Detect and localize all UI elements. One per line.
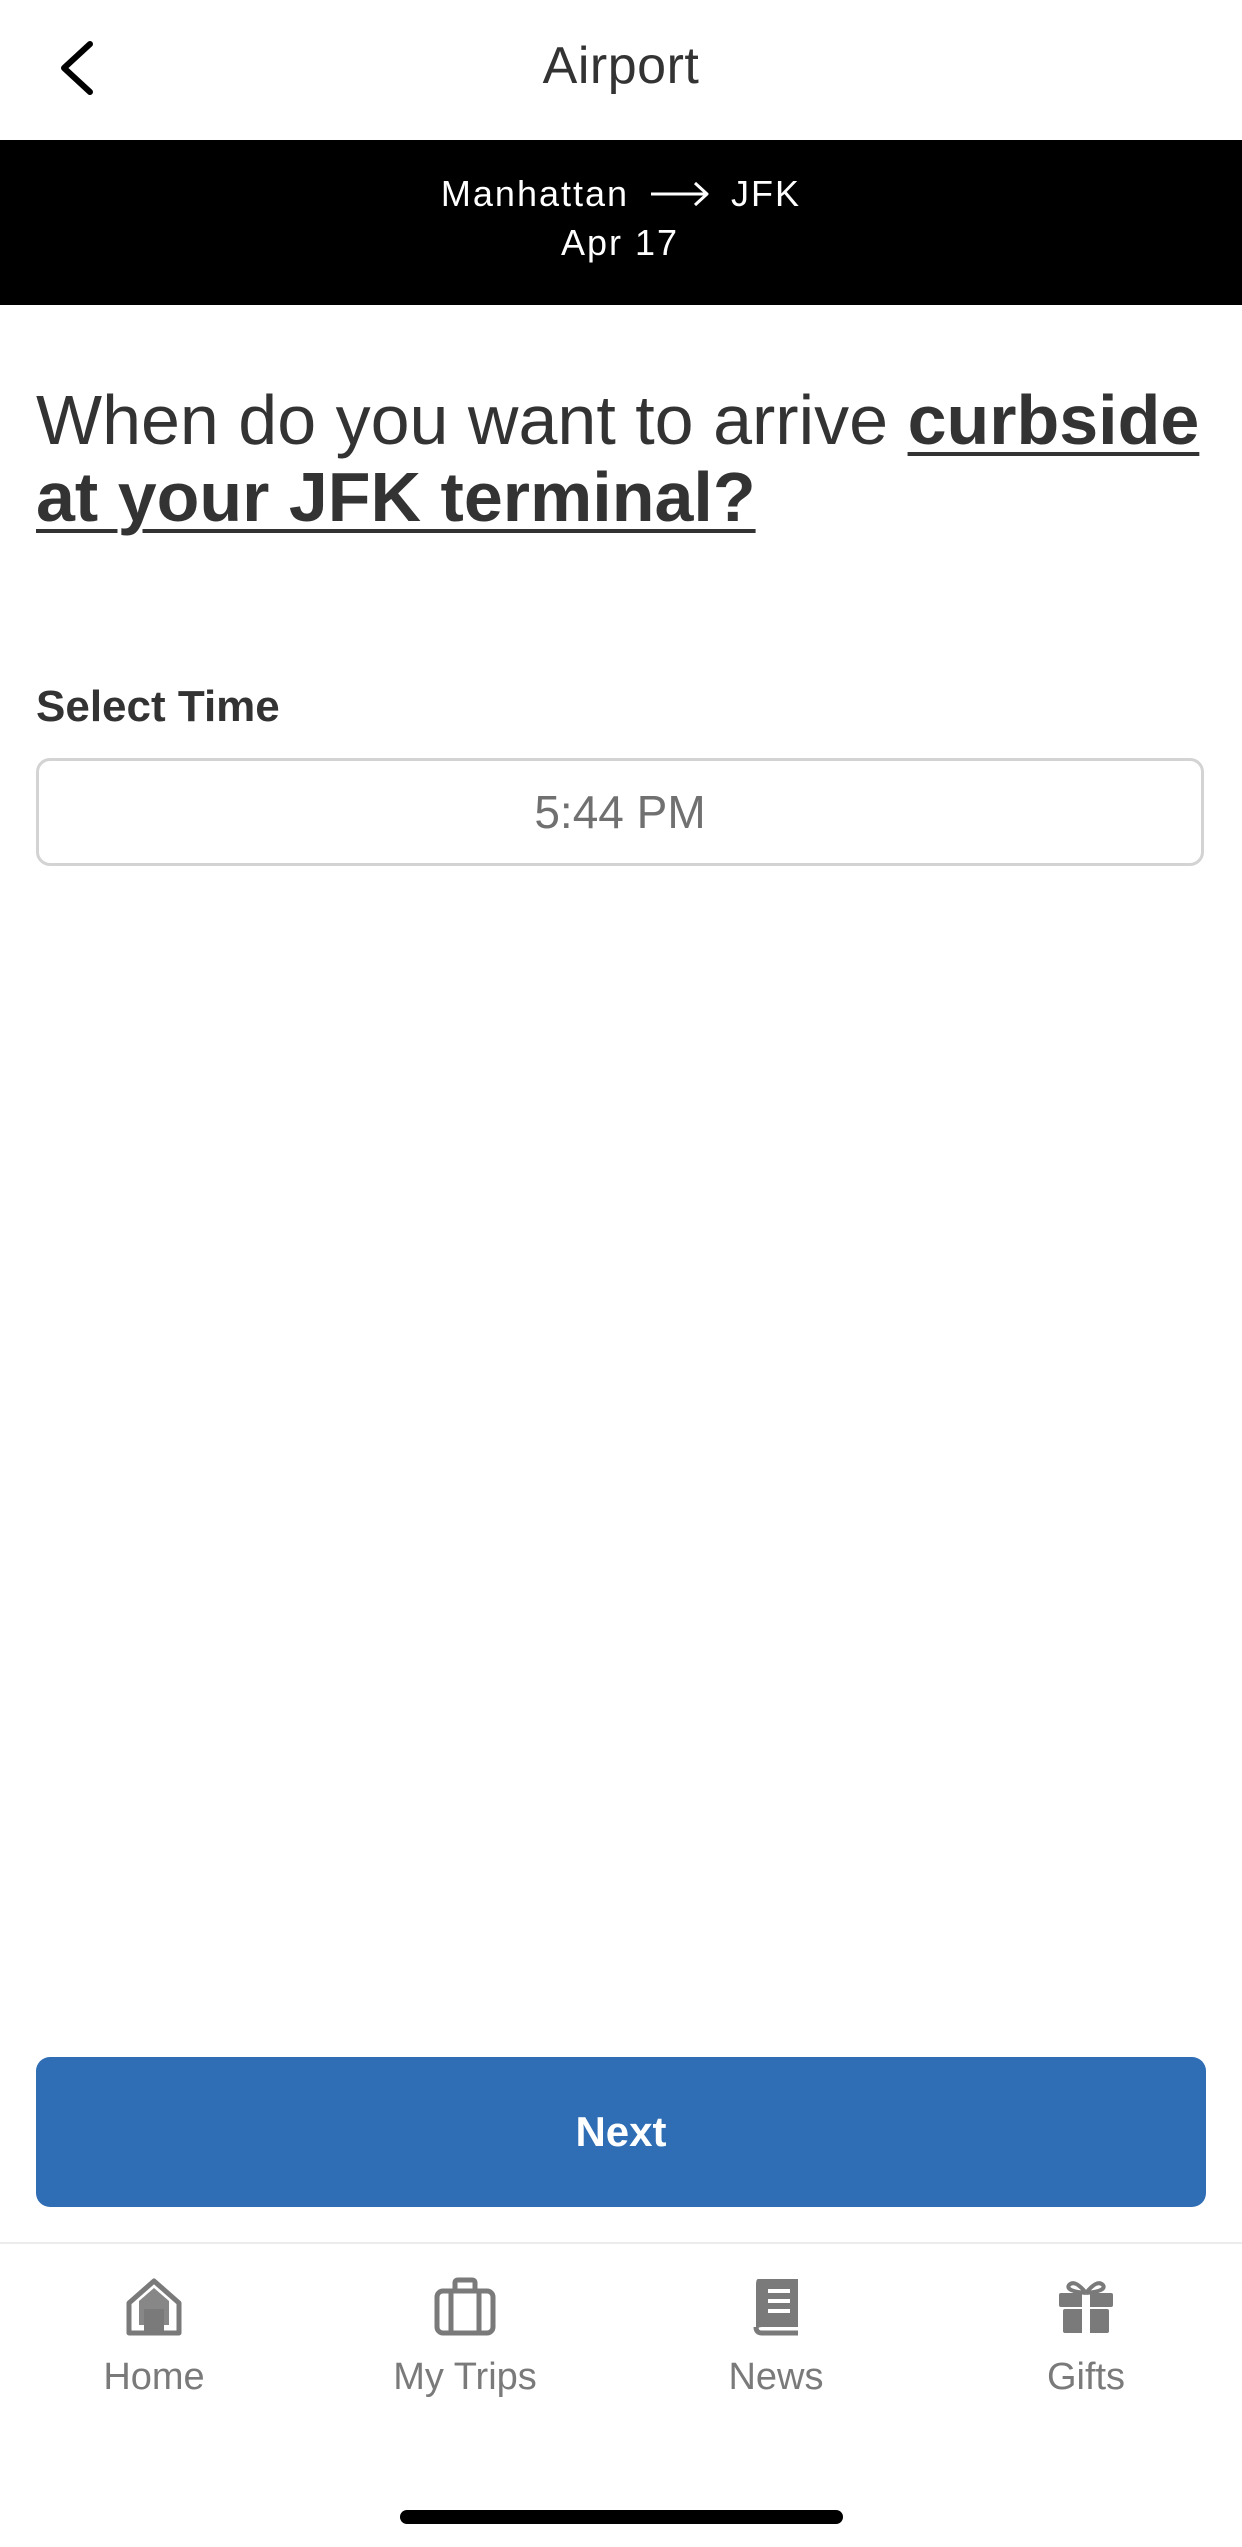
next-button-label: Next — [575, 2108, 667, 2155]
route-destination: JFK — [731, 173, 802, 214]
newspaper-icon — [744, 2274, 808, 2338]
page-title: Airport — [542, 37, 700, 95]
route-origin: Manhattan — [440, 173, 630, 214]
tab-my-trips[interactable]: My Trips — [355, 2274, 575, 2399]
tab-my-trips-label: My Trips — [393, 2356, 537, 2398]
time-picker-field[interactable]: 5:44 PM — [36, 758, 1204, 866]
tab-news[interactable]: News — [666, 2274, 886, 2399]
bottom-tab-bar: Home My Trips News Gifts — [0, 2242, 1242, 2547]
arrow-right-icon — [649, 179, 711, 209]
select-time-label: Select Time — [36, 682, 280, 731]
route-date: Apr 17 — [560, 222, 680, 263]
tab-home-label: Home — [103, 2356, 205, 2398]
route-summary: Manhattan JFK — [0, 176, 1242, 212]
tab-gifts[interactable]: Gifts — [976, 2274, 1196, 2399]
next-button[interactable]: Next — [36, 2057, 1206, 2207]
arrival-question: When do you want to arrive curbside at y… — [36, 382, 1211, 536]
home-icon — [122, 2274, 186, 2338]
time-picker-value: 5:44 PM — [534, 786, 706, 838]
tab-news-label: News — [728, 2356, 824, 2398]
tab-home[interactable]: Home — [44, 2274, 264, 2399]
top-nav-bar: Airport — [0, 0, 1242, 140]
briefcase-icon — [433, 2274, 497, 2338]
gift-icon — [1054, 2274, 1118, 2338]
question-prefix: When do you want to arrive — [36, 381, 908, 459]
route-banner: Manhattan JFK Apr 17 — [0, 140, 1242, 305]
tab-gifts-label: Gifts — [1046, 2356, 1126, 2398]
home-indicator[interactable] — [400, 2510, 843, 2524]
